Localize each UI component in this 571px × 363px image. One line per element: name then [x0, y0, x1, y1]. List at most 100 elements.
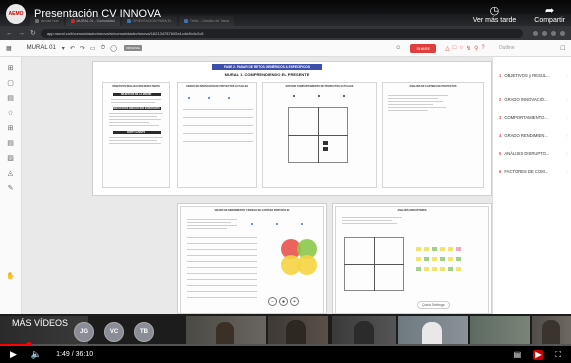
- address-input[interactable]: app.mural.co/t/comunidadcvinnova/m/comun…: [40, 28, 523, 38]
- watch-later-label: Ver más tarde: [472, 16, 517, 24]
- quick-settings-button[interactable]: Quick Settings: [417, 301, 450, 309]
- panel-cartera[interactable]: ANÁLISIS DE CARTERA DE PROYECTOS: [382, 82, 484, 188]
- panel-title: GRADO DE RENDIMIENTO Y RIESGO DE CARTERA…: [214, 209, 290, 212]
- risk-circle[interactable]: [297, 255, 317, 275]
- sticky-note[interactable]: [456, 257, 461, 261]
- outline-item[interactable]: 5 ANÁLISIS DISRUPTO... ⋮: [499, 151, 569, 156]
- share-button[interactable]: ➦ Compartir: [534, 5, 565, 24]
- volume-icon[interactable]: 🔈: [31, 349, 42, 360]
- help-icon[interactable]: ?: [481, 45, 484, 52]
- sticky-note[interactable]: [448, 257, 453, 261]
- reload-icon[interactable]: ↻: [30, 29, 36, 37]
- panel-objetivos[interactable]: OBJETIVOS REALIZACIÓN RESULTADOS OBJETIV…: [102, 82, 170, 188]
- more-options-icon[interactable]: ⋮: [565, 133, 569, 138]
- more-options-icon[interactable]: ⋮: [565, 151, 569, 156]
- outline-item[interactable]: 4 GRADO RENDIMIEN... ⋮: [499, 133, 569, 138]
- redo-icon[interactable]: ↷: [80, 45, 85, 52]
- undo-icon[interactable]: ↶: [70, 45, 75, 52]
- search-icon[interactable]: ⚲: [474, 45, 478, 52]
- more-options-icon[interactable]: ⋮: [565, 115, 569, 120]
- video-title[interactable]: Presentación CV INNOVA: [34, 8, 455, 20]
- templates-icon[interactable]: ▤: [0, 139, 21, 147]
- youtube-logo-icon[interactable]: ▶: [533, 349, 544, 360]
- activity-icon[interactable]: ↯: [466, 45, 471, 52]
- user-icon[interactable]: ☺: [395, 45, 401, 51]
- more-videos-label[interactable]: MÁS VÍDEOS: [12, 318, 68, 328]
- panel-grado-innovacion[interactable]: GRADO DE INNOVACIÓN DE PROYECTOS ACTUALE…: [177, 82, 257, 188]
- table-line: [187, 285, 257, 286]
- upload-icon[interactable]: ◬: [0, 169, 21, 177]
- pin-icon[interactable]: ◯: [110, 45, 117, 52]
- outline-item[interactable]: 1 OBJETIVOS y RESUL... ⋮: [499, 73, 569, 78]
- channel-avatar[interactable]: AEMO: [6, 4, 26, 24]
- participant-avatar[interactable]: TB: [134, 322, 154, 342]
- mural-left-toolbar: ⊞ ▢ ▤ ☆ ⊞ ▤ ▨ ◬ ✎ ✋: [0, 57, 22, 314]
- sticky-note[interactable]: [432, 267, 437, 271]
- sticky-note[interactable]: [456, 247, 461, 251]
- zoom-fit-icon[interactable]: ●: [279, 297, 288, 306]
- sticky-note[interactable]: [416, 267, 421, 271]
- sticky-note[interactable]: [432, 257, 437, 261]
- comments-icon[interactable]: □: [453, 45, 457, 52]
- extension-icon[interactable]: [533, 30, 538, 36]
- content-library-icon[interactable]: ⊞: [0, 64, 21, 72]
- hand-icon[interactable]: ✋: [0, 272, 21, 280]
- forward-icon[interactable]: →: [18, 30, 25, 37]
- sticky-note[interactable]: [323, 147, 328, 151]
- legend-dot: [228, 97, 230, 99]
- shapes-icon[interactable]: ☆: [0, 109, 21, 117]
- sticky-note[interactable]: [424, 267, 429, 271]
- participant-video: [470, 316, 530, 346]
- outline-icon[interactable]: △: [445, 45, 450, 52]
- mural-logo-icon[interactable]: ▦: [6, 45, 12, 52]
- mural-share-button[interactable]: SHARE: [410, 43, 437, 53]
- extension-icon[interactable]: [542, 30, 547, 36]
- sticky-note[interactable]: [440, 267, 445, 271]
- subtitles-icon[interactable]: ▤: [514, 350, 522, 360]
- images-icon[interactable]: ▨: [0, 154, 21, 162]
- frameworks-icon[interactable]: ⊞: [0, 124, 21, 132]
- sticky-note[interactable]: [448, 247, 453, 251]
- zoom-out-icon[interactable]: −: [268, 297, 277, 306]
- board-name[interactable]: MURAL 01: [27, 45, 56, 51]
- outline-item[interactable]: 6 FACTORES DE COM... ⋮: [499, 169, 569, 174]
- text-line: [388, 110, 428, 111]
- extension-icon[interactable]: [551, 30, 556, 36]
- sticky-note[interactable]: [416, 257, 421, 261]
- more-options-icon[interactable]: ⋮: [565, 97, 569, 102]
- sticky-note[interactable]: [416, 247, 421, 251]
- timer-icon[interactable]: ⏱: [101, 45, 106, 52]
- participant-avatar[interactable]: JG: [74, 322, 94, 342]
- laptop-icon[interactable]: ▭: [90, 45, 96, 52]
- chevron-down-icon[interactable]: ▾: [62, 45, 65, 52]
- panel-toggle-icon[interactable]: □: [561, 45, 565, 52]
- mural-canvas[interactable]: FASE 2. PASAR DE RETOS GENÉRICOS A ESPEC…: [22, 57, 492, 314]
- back-icon[interactable]: ←: [6, 30, 13, 37]
- fullscreen-icon[interactable]: ⛶: [555, 350, 561, 360]
- participant-silhouette: [286, 320, 306, 346]
- draw-icon[interactable]: ✎: [0, 184, 21, 192]
- sticky-note[interactable]: [456, 267, 461, 271]
- sticky-note[interactable]: [424, 247, 429, 251]
- outline-item[interactable]: 2 GRADO INNOVACIÓ... ⋮: [499, 97, 569, 102]
- more-options-icon[interactable]: ⋮: [565, 73, 569, 78]
- sticky-note-icon[interactable]: ▢: [0, 79, 21, 87]
- outline-item[interactable]: 3 COMPORTAMIENTO... ⋮: [499, 115, 569, 120]
- text-icon[interactable]: ▤: [0, 94, 21, 102]
- sticky-note[interactable]: [424, 257, 429, 261]
- play-icon[interactable]: ▶: [10, 349, 17, 360]
- profile-icon[interactable]: [560, 30, 565, 36]
- sticky-note[interactable]: [440, 247, 445, 251]
- chat-icon[interactable]: ○: [459, 45, 463, 52]
- more-options-icon[interactable]: ⋮: [565, 169, 569, 174]
- sticky-note[interactable]: [440, 257, 445, 261]
- sticky-note[interactable]: [432, 247, 437, 251]
- panel-rendimiento-riesgo[interactable]: GRADO DE RENDIMIENTO Y RIESGO DE CARTERA…: [180, 206, 324, 314]
- panel-comportamiento[interactable]: ESTUDIO COMPORTAMIENTO DE PRODUCTOS ACTU…: [262, 82, 377, 188]
- zoom-in-icon[interactable]: +: [290, 297, 299, 306]
- sticky-note[interactable]: [448, 267, 453, 271]
- watch-later-button[interactable]: ◷ Ver más tarde: [473, 5, 517, 24]
- panel-disruptores[interactable]: ANÁLISIS DISRUPTORES: [335, 206, 489, 314]
- sticky-note[interactable]: [323, 141, 328, 145]
- participant-avatar[interactable]: VC: [104, 322, 124, 342]
